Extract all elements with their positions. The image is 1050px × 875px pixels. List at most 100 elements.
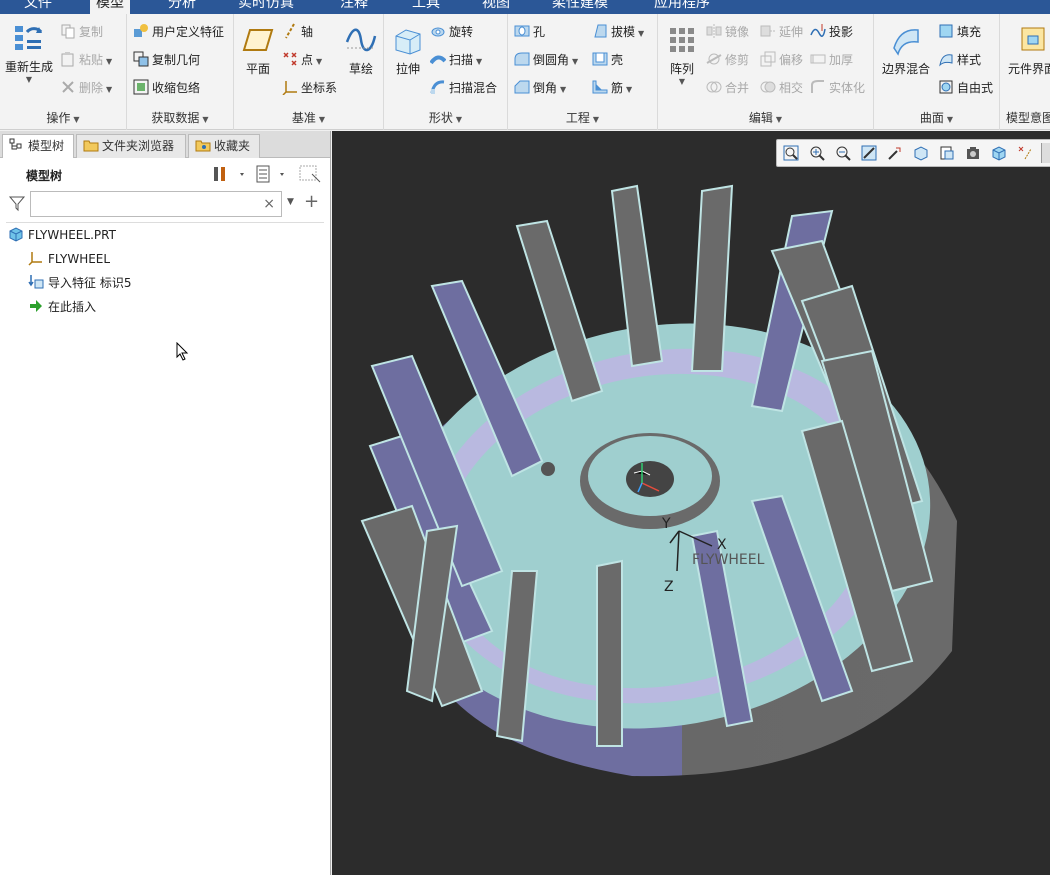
delete-button[interactable]: 删除 ▼: [60, 77, 112, 99]
copy-geometry-button[interactable]: 复制几何: [133, 49, 200, 71]
group-editing-label[interactable]: 编辑 ▼: [658, 109, 873, 126]
show-icon: [256, 165, 284, 183]
sweep-icon: [430, 55, 446, 65]
mirror-button[interactable]: 镜像: [706, 21, 749, 43]
shrinkwrap-icon: [133, 79, 149, 95]
tree-columns-button[interactable]: [298, 164, 322, 184]
tab-folder-browser[interactable]: 文件夹浏览器: [76, 134, 186, 158]
plane-button[interactable]: 平面: [238, 24, 278, 77]
boundary-blend-button[interactable]: 边界混合: [876, 24, 936, 77]
tab-tools[interactable]: 工具: [406, 0, 446, 14]
ribbon-tabs: 文件 模型 分析 实时仿真 注释 工具 视图 柔性建模 应用程序: [0, 0, 1050, 14]
tree-search-input[interactable]: ×: [30, 191, 282, 217]
chamfer-label: 倒角: [533, 81, 558, 95]
revolve-button[interactable]: 旋转: [430, 21, 473, 43]
regenerate-button[interactable]: 重新生成 ▼: [2, 22, 56, 84]
component-interface-button[interactable]: 元件界面: [1004, 24, 1050, 77]
group-shapes: 拉伸 旋转 扫描 ▼ 扫描混合 形状 ▼: [384, 14, 508, 130]
round-label: 倒圆角: [533, 53, 570, 67]
extend-icon: [760, 25, 775, 37]
round-button[interactable]: 倒圆角 ▼: [514, 49, 578, 71]
graphics-viewport[interactable]: Y X Z FLYWHEEL: [332, 131, 1050, 875]
group-engineering-label[interactable]: 工程 ▼: [508, 109, 657, 126]
intersect-button[interactable]: 相交: [760, 77, 803, 99]
extend-button[interactable]: 延伸: [760, 21, 803, 43]
style-button[interactable]: 样式: [938, 49, 981, 71]
group-operations-label[interactable]: 操作 ▼: [0, 109, 126, 126]
tab-favorites[interactable]: 收藏夹: [188, 134, 260, 158]
tree-settings-button[interactable]: [212, 164, 248, 184]
sketch-button[interactable]: 草绘: [342, 24, 380, 77]
solidify-button[interactable]: 实体化: [810, 77, 865, 99]
delete-icon: [62, 81, 74, 93]
tree-item-import-feature[interactable]: 导入特征 标识5: [28, 273, 131, 293]
merge-icon: [706, 81, 722, 93]
tree-item-csys[interactable]: FLYWHEEL: [28, 249, 110, 269]
copy-button[interactable]: 复制: [60, 21, 103, 43]
tab-annotate[interactable]: 注释: [334, 0, 374, 14]
shell-label: 壳: [611, 53, 624, 67]
group-get-data-label[interactable]: 获取数据 ▼: [127, 109, 233, 126]
fill-button[interactable]: 填充: [938, 21, 981, 43]
shell-icon: [592, 52, 608, 66]
tab-model[interactable]: 模型: [90, 0, 130, 14]
point-button[interactable]: 点 ▼: [282, 49, 322, 71]
tree-item-csys-label: FLYWHEEL: [48, 252, 111, 266]
draft-button[interactable]: 拔模 ▼: [592, 21, 644, 43]
csys-button[interactable]: 坐标系: [282, 77, 337, 99]
tree-item-insert-here[interactable]: 在此插入: [28, 297, 96, 317]
plane-icon: [242, 29, 274, 51]
merge-button[interactable]: 合并: [706, 77, 749, 99]
solidify-icon: [811, 80, 824, 93]
extrude-button[interactable]: 拉伸: [388, 24, 428, 77]
offset-label: 偏移: [779, 53, 804, 67]
tab-analysis[interactable]: 分析: [162, 0, 202, 14]
sketch-icon: [345, 28, 377, 52]
tree-root-label: FLYWHEEL.PRT: [28, 228, 116, 242]
user-defined-feature-button[interactable]: 用户定义特征: [133, 21, 224, 43]
group-datum-label[interactable]: 基准 ▼: [234, 109, 383, 126]
group-surfaces: 边界混合 填充 样式 自由式 曲面 ▼: [874, 14, 1000, 130]
csys-name-label: FLYWHEEL: [692, 552, 765, 568]
group-shapes-label[interactable]: 形状 ▼: [384, 109, 507, 126]
tab-flexible-modeling[interactable]: 柔性建模: [546, 0, 614, 14]
boundary-blend-icon: [893, 29, 919, 56]
group-engineering: 孔 倒圆角 ▼ 倒角 ▼ 拔模 ▼ 壳 筋 ▼ 工程 ▼: [508, 14, 658, 130]
tree-show-button[interactable]: [254, 164, 290, 184]
delete-label: 删除: [79, 81, 104, 95]
tab-file[interactable]: 文件: [18, 0, 58, 14]
hole-button[interactable]: 孔: [514, 21, 545, 43]
swept-blend-button[interactable]: 扫描混合: [430, 77, 497, 99]
trim-button[interactable]: 修剪: [706, 49, 749, 71]
pattern-button[interactable]: 阵列 ▼: [662, 24, 702, 86]
paste-button[interactable]: 粘贴 ▼: [60, 49, 112, 71]
shell-button[interactable]: 壳: [592, 49, 623, 71]
tab-applications[interactable]: 应用程序: [648, 0, 716, 14]
ribbon: 重新生成 ▼ 复制 粘贴 ▼ 删除 ▼ 操作 ▼ 用户定义特征 复制几何 收缩包络 获…: [0, 14, 1050, 130]
axis-icon: [285, 23, 295, 39]
add-filter-button[interactable]: +: [304, 191, 319, 212]
merge-label: 合并: [725, 81, 750, 95]
group-model-intent-label[interactable]: 模型意图: [1000, 109, 1050, 126]
rib-button[interactable]: 筋 ▼: [592, 77, 632, 99]
project-button[interactable]: 投影: [810, 21, 853, 43]
tab-model-tree[interactable]: 模型树: [2, 134, 74, 158]
shrinkwrap-button[interactable]: 收缩包络: [133, 77, 200, 99]
search-options-dropdown[interactable]: ▼: [287, 197, 294, 207]
sweep-button[interactable]: 扫描 ▼: [430, 49, 482, 71]
filter-icon[interactable]: [8, 194, 26, 212]
freestyle-button[interactable]: 自由式: [938, 77, 993, 99]
model-tree-panel: 模型树 文件夹浏览器 收藏夹 模型树 × ▼ + FLYWHEEL.PRT FL…: [0, 131, 331, 875]
group-surfaces-label[interactable]: 曲面 ▼: [874, 109, 999, 126]
thicken-button[interactable]: 加厚: [810, 49, 853, 71]
rib-icon: [592, 80, 608, 94]
sketch-label: 草绘: [348, 62, 373, 76]
tab-view[interactable]: 视图: [476, 0, 516, 14]
offset-button[interactable]: 偏移: [760, 49, 803, 71]
axis-button[interactable]: 轴: [282, 21, 313, 43]
tab-realtime-sim[interactable]: 实时仿真: [232, 0, 300, 14]
boundary-blend-label: 边界混合: [881, 62, 930, 76]
clear-search-icon[interactable]: ×: [263, 196, 275, 212]
chamfer-button[interactable]: 倒角 ▼: [514, 77, 566, 99]
tree-root-part[interactable]: FLYWHEEL.PRT: [8, 225, 116, 245]
